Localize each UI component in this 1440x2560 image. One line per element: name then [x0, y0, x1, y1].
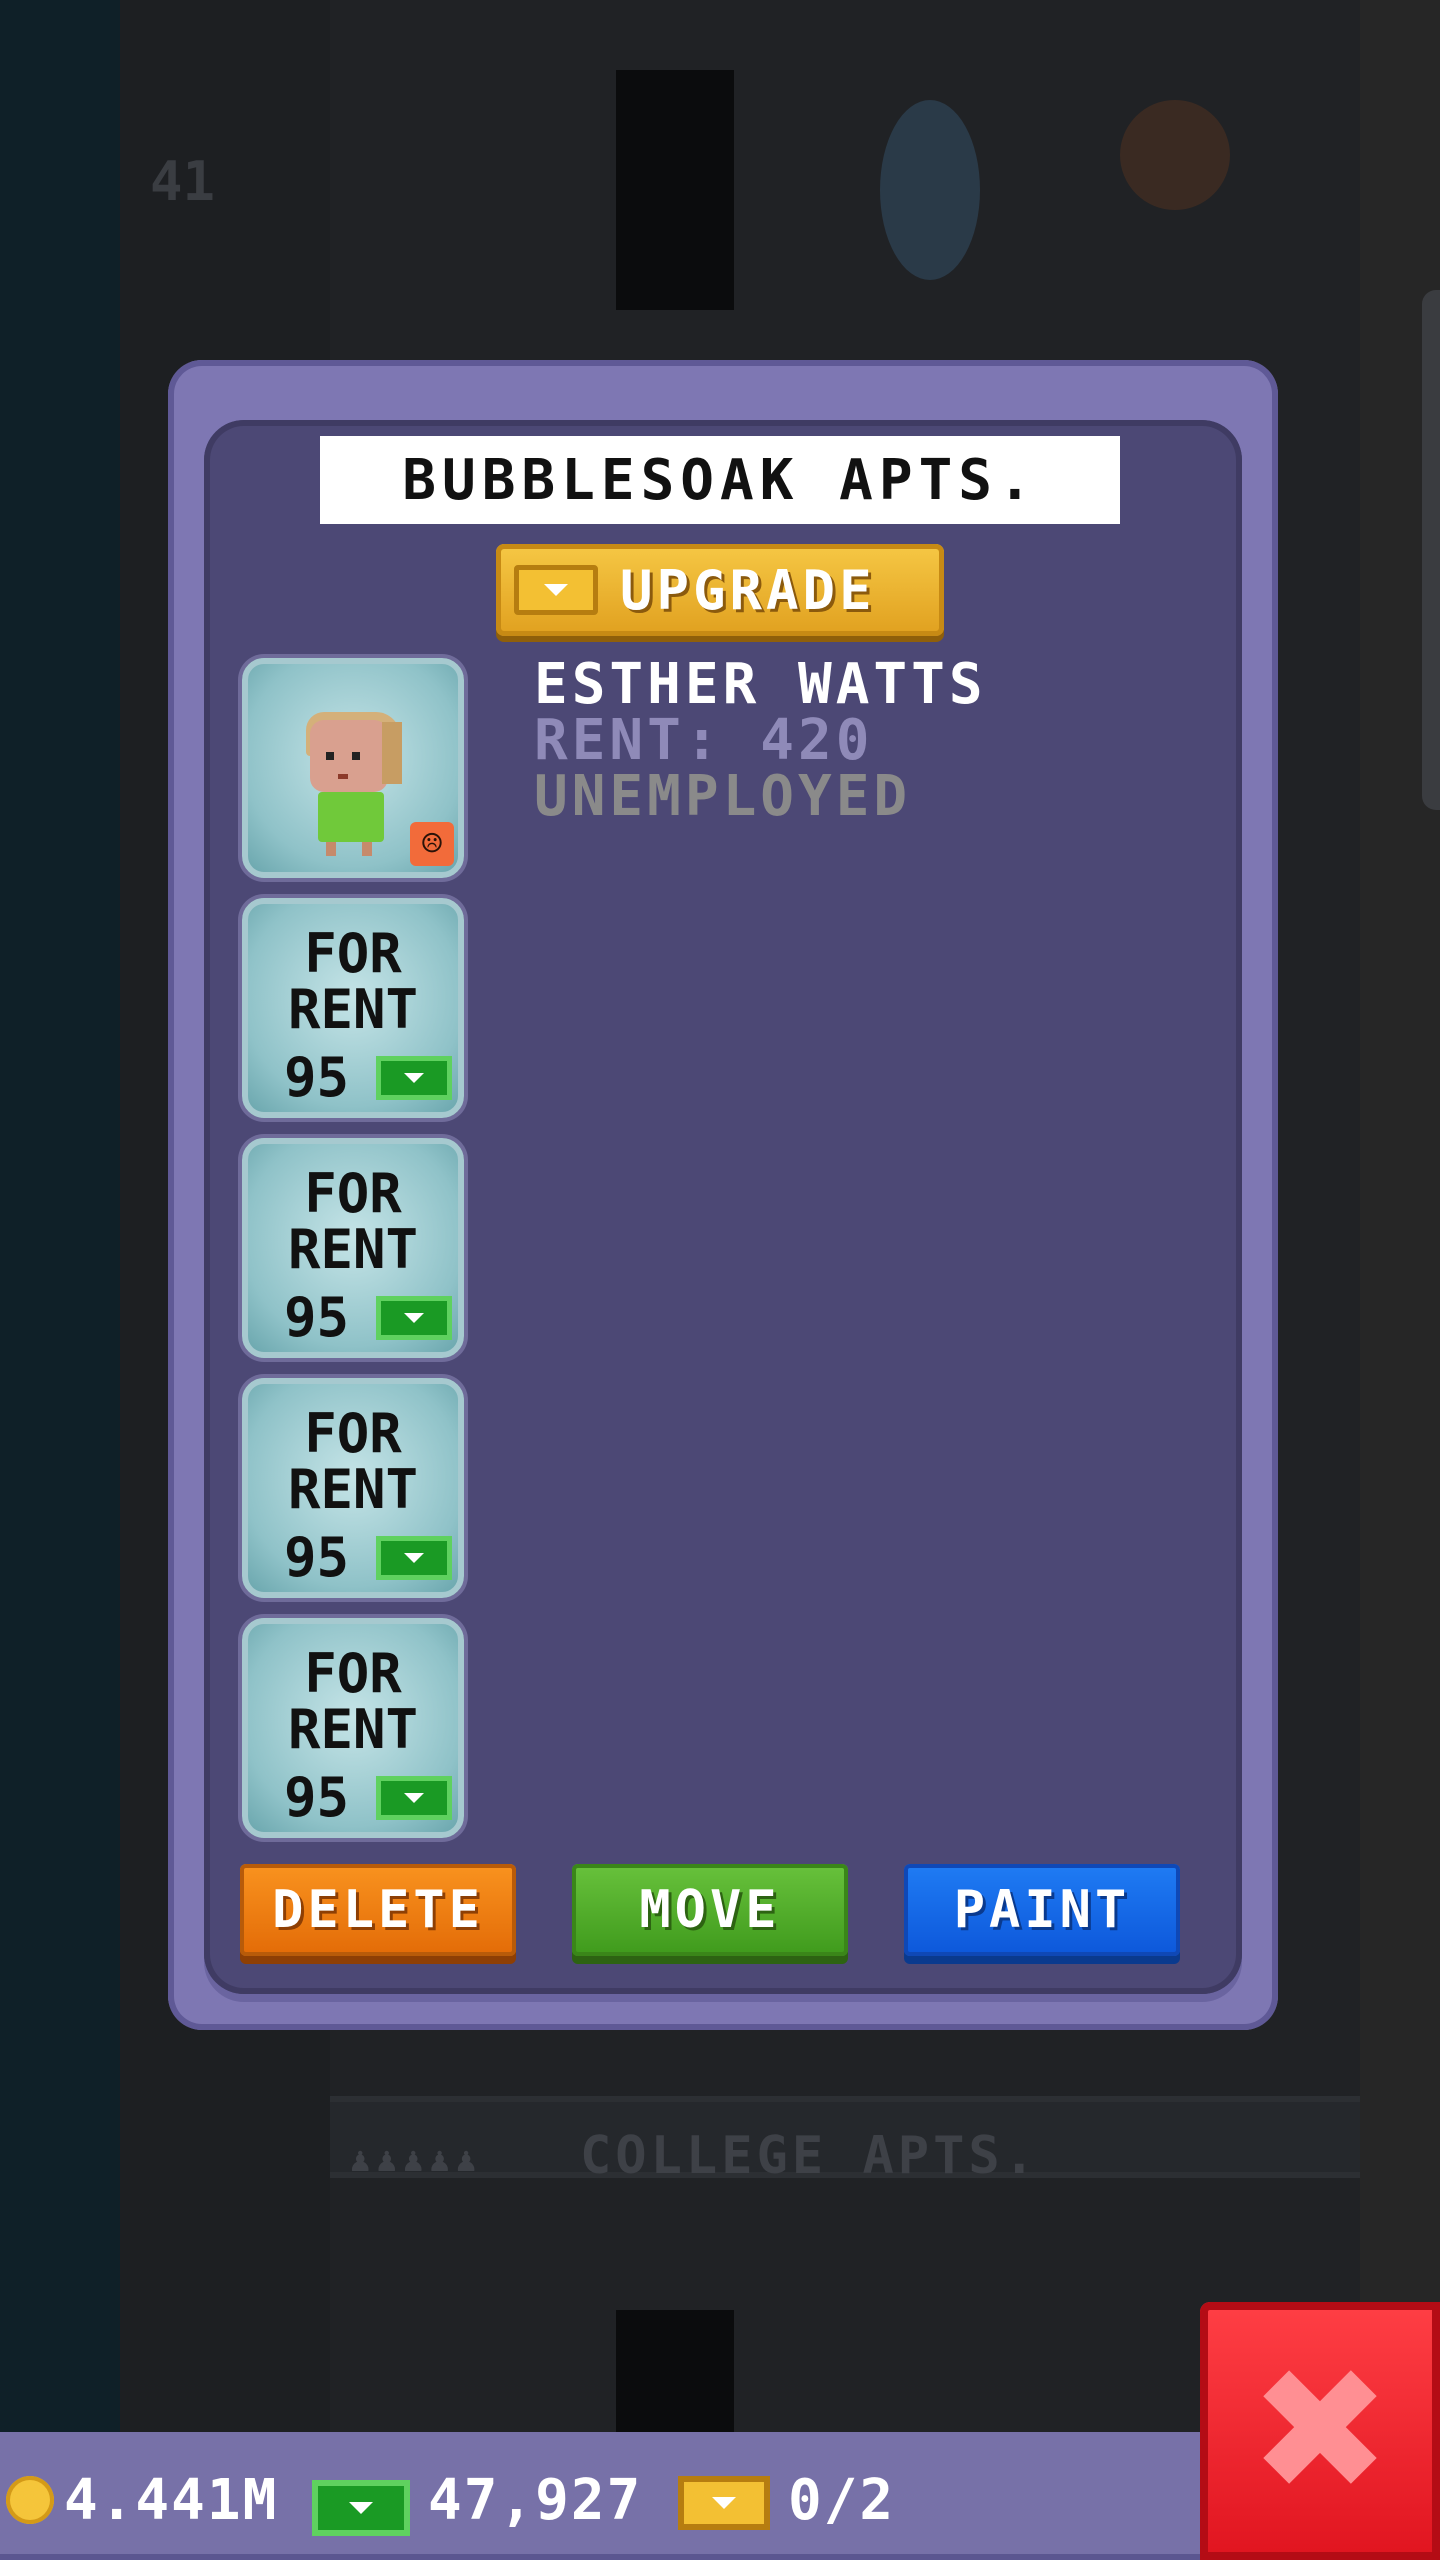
- avatar-hair-side: [382, 722, 402, 784]
- background-door: [616, 70, 734, 310]
- slot-for-label: FOR: [304, 1642, 402, 1705]
- cash-icon: [376, 1296, 452, 1340]
- floor-title: BUBBLESOAK APTS.: [402, 447, 1038, 513]
- avatar-eye: [352, 752, 360, 760]
- sad-face-icon: ☹: [410, 822, 454, 866]
- vacant-slot[interactable]: FOR RENT 95: [242, 1138, 464, 1358]
- paint-button[interactable]: PAINT: [904, 1864, 1180, 1956]
- slot-cost: 95: [284, 1286, 350, 1349]
- avatar-leg: [362, 842, 372, 856]
- slot-rent-label: RENT: [287, 1218, 419, 1281]
- cash-balance: 47,927: [428, 2468, 643, 2533]
- move-button[interactable]: MOVE: [572, 1864, 848, 1956]
- delete-button[interactable]: DELETE: [240, 1864, 516, 1956]
- slot-for-label: FOR: [304, 1162, 402, 1225]
- floor-number: 41: [150, 150, 216, 213]
- slot-for-label: FOR: [304, 922, 402, 985]
- cash-icon: [312, 2480, 410, 2536]
- tower-bux-icon: [514, 565, 598, 615]
- slot-for-label: FOR: [304, 1402, 402, 1465]
- slot-cost: 95: [284, 1526, 350, 1589]
- close-icon: ✖: [1248, 2332, 1392, 2530]
- resident-job: UNEMPLOYED: [534, 764, 912, 829]
- background-residents-icon: ♟♟♟♟♟: [350, 2140, 483, 2180]
- tower-exterior-left: [0, 0, 120, 2560]
- vacant-slot[interactable]: FOR RENT 95: [242, 1618, 464, 1838]
- slot-rent-label: RENT: [287, 1458, 419, 1521]
- slot-cost: 95: [284, 1766, 350, 1829]
- avatar-eye: [326, 752, 334, 760]
- tower-bux-icon: [678, 2476, 770, 2530]
- avatar-body: [318, 792, 384, 842]
- slot-cost: 95: [284, 1046, 350, 1109]
- avatar-leg: [326, 842, 336, 856]
- vacant-slot[interactable]: FOR RENT 95: [242, 898, 464, 1118]
- slot-rent-label: RENT: [287, 978, 419, 1041]
- floor-title-box: BUBBLESOAK APTS.: [320, 436, 1120, 524]
- background-door: [616, 2310, 734, 2432]
- avatar-head: [310, 720, 388, 792]
- cash-icon: [376, 1056, 452, 1100]
- side-scroll-handle[interactable]: [1422, 290, 1440, 810]
- bux-balance: 0/2: [788, 2468, 896, 2533]
- coin-balance: 4.441M: [64, 2468, 279, 2533]
- upgrade-label: UPGRADE: [620, 558, 876, 622]
- background-floor-label: COLLEGE APTS.: [580, 2126, 1039, 2186]
- upgrade-button[interactable]: UPGRADE: [496, 544, 944, 636]
- background-ball: [1120, 100, 1230, 210]
- vacant-slot[interactable]: FOR RENT 95: [242, 1378, 464, 1598]
- cash-icon: [376, 1536, 452, 1580]
- coin-icon: [6, 2476, 54, 2524]
- avatar-mouth: [338, 774, 348, 779]
- resident-slot-occupied[interactable]: ☹: [242, 658, 464, 878]
- close-button[interactable]: ✖: [1200, 2302, 1440, 2560]
- background-bitizen: [880, 100, 980, 280]
- slot-rent-label: RENT: [287, 1698, 419, 1761]
- cash-icon: [376, 1776, 452, 1820]
